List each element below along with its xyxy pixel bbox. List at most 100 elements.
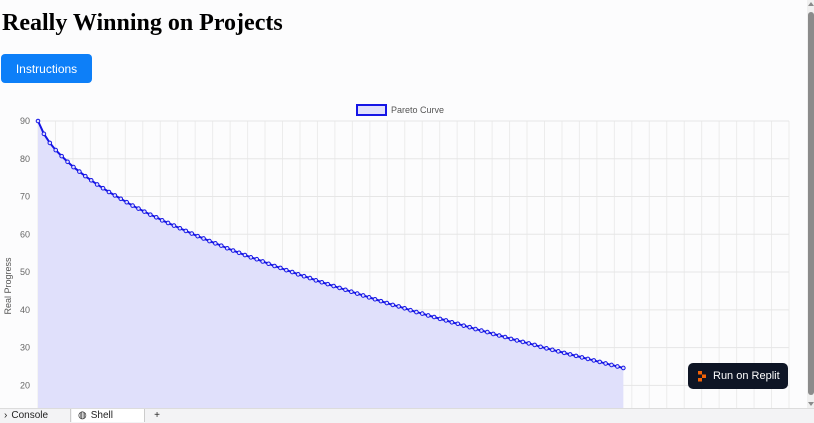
data-point[interactable] bbox=[242, 252, 248, 258]
tab-shell[interactable]: ◍ Shell bbox=[72, 409, 145, 422]
data-point[interactable] bbox=[83, 173, 88, 179]
add-tab-button[interactable]: + bbox=[150, 409, 164, 422]
data-point[interactable] bbox=[254, 256, 260, 262]
data-point[interactable] bbox=[609, 362, 614, 368]
data-point[interactable] bbox=[337, 285, 342, 291]
data-point[interactable] bbox=[218, 243, 224, 248]
tab-console[interactable]: › Console bbox=[0, 409, 71, 422]
data-point[interactable] bbox=[136, 206, 141, 211]
data-point[interactable] bbox=[325, 281, 331, 287]
data-point[interactable] bbox=[183, 228, 189, 234]
data-point[interactable] bbox=[544, 346, 549, 351]
data-point[interactable] bbox=[561, 350, 567, 356]
data-point[interactable] bbox=[159, 218, 165, 223]
data-point[interactable] bbox=[372, 296, 378, 302]
data-point[interactable] bbox=[88, 177, 94, 183]
data-point[interactable] bbox=[567, 352, 573, 357]
data-point[interactable] bbox=[556, 349, 561, 354]
data-point[interactable] bbox=[615, 364, 620, 369]
data-point[interactable] bbox=[301, 273, 307, 279]
data-point[interactable] bbox=[153, 214, 159, 220]
data-point[interactable] bbox=[165, 220, 171, 226]
chart-legend[interactable]: Pareto Curve bbox=[356, 104, 444, 116]
data-point[interactable] bbox=[490, 331, 496, 337]
data-point[interactable] bbox=[213, 241, 218, 246]
data-point[interactable] bbox=[195, 233, 200, 239]
data-point[interactable] bbox=[171, 223, 177, 228]
data-point[interactable] bbox=[53, 147, 59, 153]
data-point[interactable] bbox=[366, 295, 372, 300]
data-point[interactable] bbox=[118, 196, 124, 202]
data-point[interactable] bbox=[142, 209, 147, 214]
data-point[interactable] bbox=[59, 153, 64, 159]
data-point[interactable] bbox=[189, 231, 195, 236]
data-point[interactable] bbox=[278, 265, 283, 271]
data-point[interactable] bbox=[520, 339, 526, 345]
data-point[interactable] bbox=[248, 255, 254, 260]
data-point[interactable] bbox=[100, 185, 106, 191]
data-point[interactable] bbox=[390, 302, 396, 308]
data-point[interactable] bbox=[177, 225, 183, 231]
data-point[interactable] bbox=[148, 212, 153, 217]
data-point[interactable] bbox=[71, 164, 76, 170]
data-point[interactable] bbox=[319, 279, 325, 285]
data-point[interactable] bbox=[514, 338, 520, 343]
data-point[interactable] bbox=[437, 316, 443, 322]
data-point[interactable] bbox=[35, 118, 41, 124]
data-point[interactable] bbox=[295, 272, 301, 277]
data-point[interactable] bbox=[272, 263, 277, 269]
data-point[interactable] bbox=[502, 334, 508, 340]
scrollbar-thumb[interactable] bbox=[808, 12, 814, 395]
data-point[interactable] bbox=[313, 278, 319, 283]
data-point[interactable] bbox=[597, 359, 602, 365]
data-point[interactable] bbox=[266, 261, 271, 267]
data-point[interactable] bbox=[396, 304, 401, 309]
data-point[interactable] bbox=[479, 328, 484, 333]
data-point[interactable] bbox=[591, 358, 597, 363]
data-point[interactable] bbox=[77, 169, 82, 174]
data-point[interactable] bbox=[230, 248, 236, 253]
data-point[interactable] bbox=[307, 275, 313, 281]
data-point[interactable] bbox=[526, 341, 532, 346]
scroll-up-icon[interactable] bbox=[808, 2, 814, 6]
data-point[interactable] bbox=[124, 199, 129, 205]
data-point[interactable] bbox=[378, 298, 384, 304]
data-point[interactable] bbox=[349, 289, 354, 294]
data-point[interactable] bbox=[284, 267, 289, 273]
data-point[interactable] bbox=[130, 203, 135, 208]
data-point[interactable] bbox=[207, 238, 212, 244]
data-point[interactable] bbox=[331, 283, 336, 289]
data-point[interactable] bbox=[425, 313, 431, 318]
data-point[interactable] bbox=[408, 307, 413, 313]
data-point[interactable] bbox=[573, 353, 579, 359]
data-point[interactable] bbox=[508, 336, 514, 342]
data-point[interactable] bbox=[224, 245, 230, 251]
data-point[interactable] bbox=[532, 342, 537, 348]
instructions-button[interactable]: Instructions bbox=[1, 54, 92, 83]
data-point[interactable] bbox=[467, 324, 472, 330]
data-point[interactable] bbox=[496, 333, 502, 338]
data-point[interactable] bbox=[402, 306, 407, 311]
data-point[interactable] bbox=[112, 193, 118, 198]
data-point[interactable] bbox=[485, 329, 490, 335]
data-point[interactable] bbox=[443, 318, 449, 323]
data-point[interactable] bbox=[65, 159, 70, 165]
data-point[interactable] bbox=[41, 131, 47, 137]
data-point[interactable] bbox=[354, 291, 360, 296]
data-point[interactable] bbox=[455, 321, 461, 327]
data-point[interactable] bbox=[538, 344, 543, 350]
scroll-down-icon[interactable] bbox=[808, 402, 814, 406]
data-point[interactable] bbox=[201, 236, 206, 241]
vertical-scrollbar[interactable] bbox=[807, 0, 814, 408]
data-point[interactable] bbox=[106, 189, 112, 195]
data-point[interactable] bbox=[579, 355, 585, 360]
data-point[interactable] bbox=[236, 250, 242, 256]
data-point[interactable] bbox=[94, 182, 100, 187]
data-point[interactable] bbox=[420, 311, 425, 316]
data-point[interactable] bbox=[431, 314, 437, 320]
data-point[interactable] bbox=[360, 293, 366, 298]
data-point[interactable] bbox=[384, 300, 390, 306]
data-point[interactable] bbox=[621, 365, 626, 371]
data-point[interactable] bbox=[289, 269, 295, 275]
run-on-replit-button[interactable]: Run on Replit bbox=[688, 363, 788, 389]
